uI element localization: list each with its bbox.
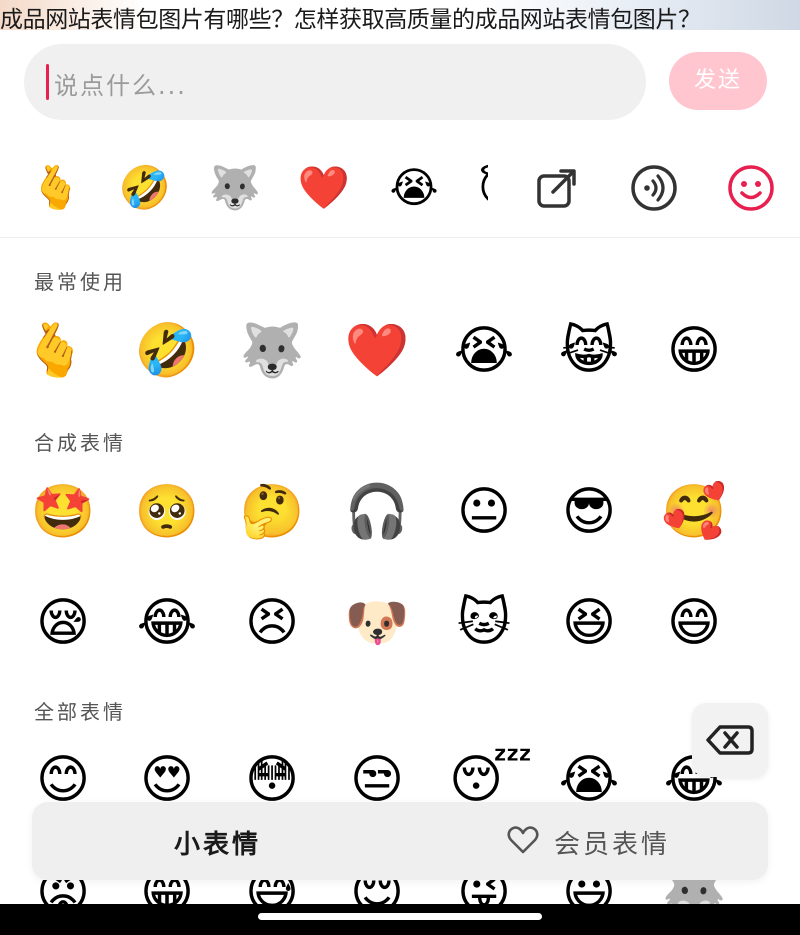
emoji-item[interactable]: 😆 bbox=[554, 588, 624, 658]
quick-emoji[interactable]: ❤️ bbox=[296, 160, 352, 216]
send-button[interactable]: 发送 bbox=[669, 52, 767, 110]
quick-emoji[interactable]: 🐺 bbox=[207, 160, 263, 216]
emoji-item[interactable]: 😣 bbox=[237, 588, 307, 658]
heart-outline-icon bbox=[507, 826, 539, 854]
emoji-item[interactable]: 🎧 bbox=[342, 477, 412, 547]
emoji-item[interactable]: 😪 bbox=[28, 588, 98, 658]
emoji-item[interactable]: 😄 bbox=[659, 588, 729, 658]
system-nav-area bbox=[0, 904, 800, 935]
tab-member-label: 会员表情 bbox=[554, 830, 671, 860]
emoji-item[interactable]: 🐺 bbox=[237, 316, 307, 386]
emoji-item[interactable]: 😡 bbox=[28, 880, 98, 904]
emoji-item[interactable]: 🤔 bbox=[237, 477, 307, 547]
divider bbox=[0, 237, 800, 238]
emoji-item[interactable]: 🐺 bbox=[659, 880, 729, 904]
emoji-item[interactable]: 😭 bbox=[449, 316, 519, 386]
backspace-icon bbox=[706, 725, 754, 755]
top-banner: 成品网站表情包图片有哪些？怎样获取高质量的成品网站表情包图片？ bbox=[0, 0, 800, 30]
emoji-item[interactable]: 🤩 bbox=[28, 477, 98, 547]
emoji-item[interactable]: ❤️ bbox=[342, 316, 412, 386]
emoji-item[interactable]: 🫰 bbox=[20, 316, 90, 386]
emoji-row-partial: 😡 😁 😅 😌 😜 😃 🐺 bbox=[0, 880, 800, 904]
emoji-item[interactable]: 🥰 bbox=[659, 477, 729, 547]
section-title-recent: 最常使用 bbox=[34, 270, 126, 294]
emoji-item[interactable]: 😎 bbox=[554, 477, 624, 547]
section-title-combined: 合成表情 bbox=[34, 431, 126, 455]
emoji-item[interactable]: 🥺 bbox=[132, 477, 202, 547]
emoji-item[interactable]: 🐶 bbox=[342, 588, 412, 658]
emoji-item[interactable]: 😐 bbox=[449, 477, 519, 547]
text-caret bbox=[46, 64, 49, 100]
emoji-item[interactable]: 😁 bbox=[132, 880, 202, 904]
share-icon[interactable] bbox=[533, 162, 585, 214]
quick-emoji[interactable]: 🤣 bbox=[117, 160, 173, 216]
emoji-item[interactable]: 🤣 bbox=[132, 316, 202, 386]
emoji-item[interactable]: 😁 bbox=[659, 316, 729, 386]
emoji-item[interactable]: 😜 bbox=[449, 880, 519, 904]
comment-input[interactable]: 说点什么... bbox=[24, 44, 646, 120]
quick-emoji-partial[interactable]: 😇 bbox=[478, 160, 488, 216]
page-title: 成品网站表情包图片有哪些？怎样获取高质量的成品网站表情包图片？ bbox=[0, 7, 701, 30]
quick-emoji[interactable]: 😭 bbox=[386, 160, 442, 216]
input-placeholder: 说点什么... bbox=[54, 72, 187, 100]
emoji-tab-bar: 小表情 会员表情 bbox=[32, 802, 768, 880]
section-title-all: 全部表情 bbox=[34, 700, 126, 724]
emoji-item[interactable]: 😌 bbox=[342, 880, 412, 904]
emoji-item[interactable]: 😹 bbox=[554, 316, 624, 386]
delete-button[interactable] bbox=[692, 703, 768, 777]
tab-small-emoji[interactable]: 小表情 bbox=[174, 824, 261, 861]
quick-emoji[interactable]: 🫰 bbox=[28, 160, 84, 216]
emoji-item[interactable]: 😅 bbox=[237, 880, 307, 904]
home-indicator[interactable] bbox=[258, 913, 542, 920]
emoji-face-icon[interactable] bbox=[725, 162, 777, 214]
emoji-item[interactable]: 🐱 bbox=[449, 588, 519, 658]
quick-emoji-bar: 🫰 🤣 🐺 ❤️ 😭 😇 bbox=[0, 150, 800, 226]
voice-icon[interactable] bbox=[628, 162, 680, 214]
emoji-item[interactable]: 😃 bbox=[554, 880, 624, 904]
emoji-item[interactable]: 😂 bbox=[132, 588, 202, 658]
